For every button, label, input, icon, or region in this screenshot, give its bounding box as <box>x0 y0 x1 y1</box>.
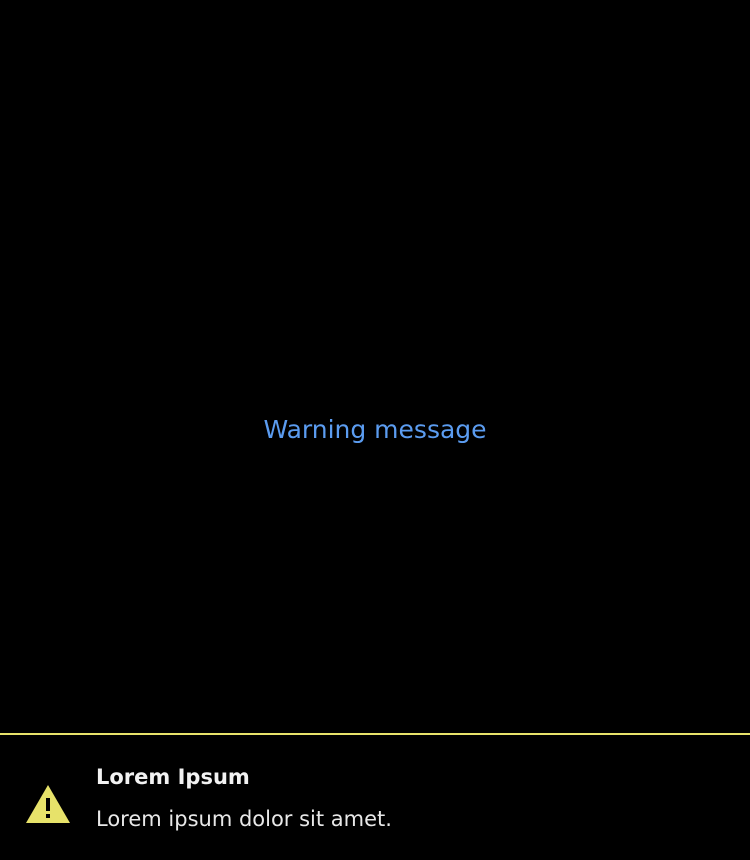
toast-title: Lorem Ipsum <box>96 765 250 789</box>
toast-message: Lorem ipsum dolor sit amet. <box>96 807 392 831</box>
warning-triangle-icon <box>25 783 71 825</box>
main-area: Warning message <box>0 0 750 733</box>
warning-message-link[interactable]: Warning message <box>0 410 750 450</box>
warning-toast: Lorem Ipsum Lorem ipsum dolor sit amet. <box>0 733 750 860</box>
toast-content: Lorem Ipsum Lorem ipsum dolor sit amet. <box>96 761 730 835</box>
